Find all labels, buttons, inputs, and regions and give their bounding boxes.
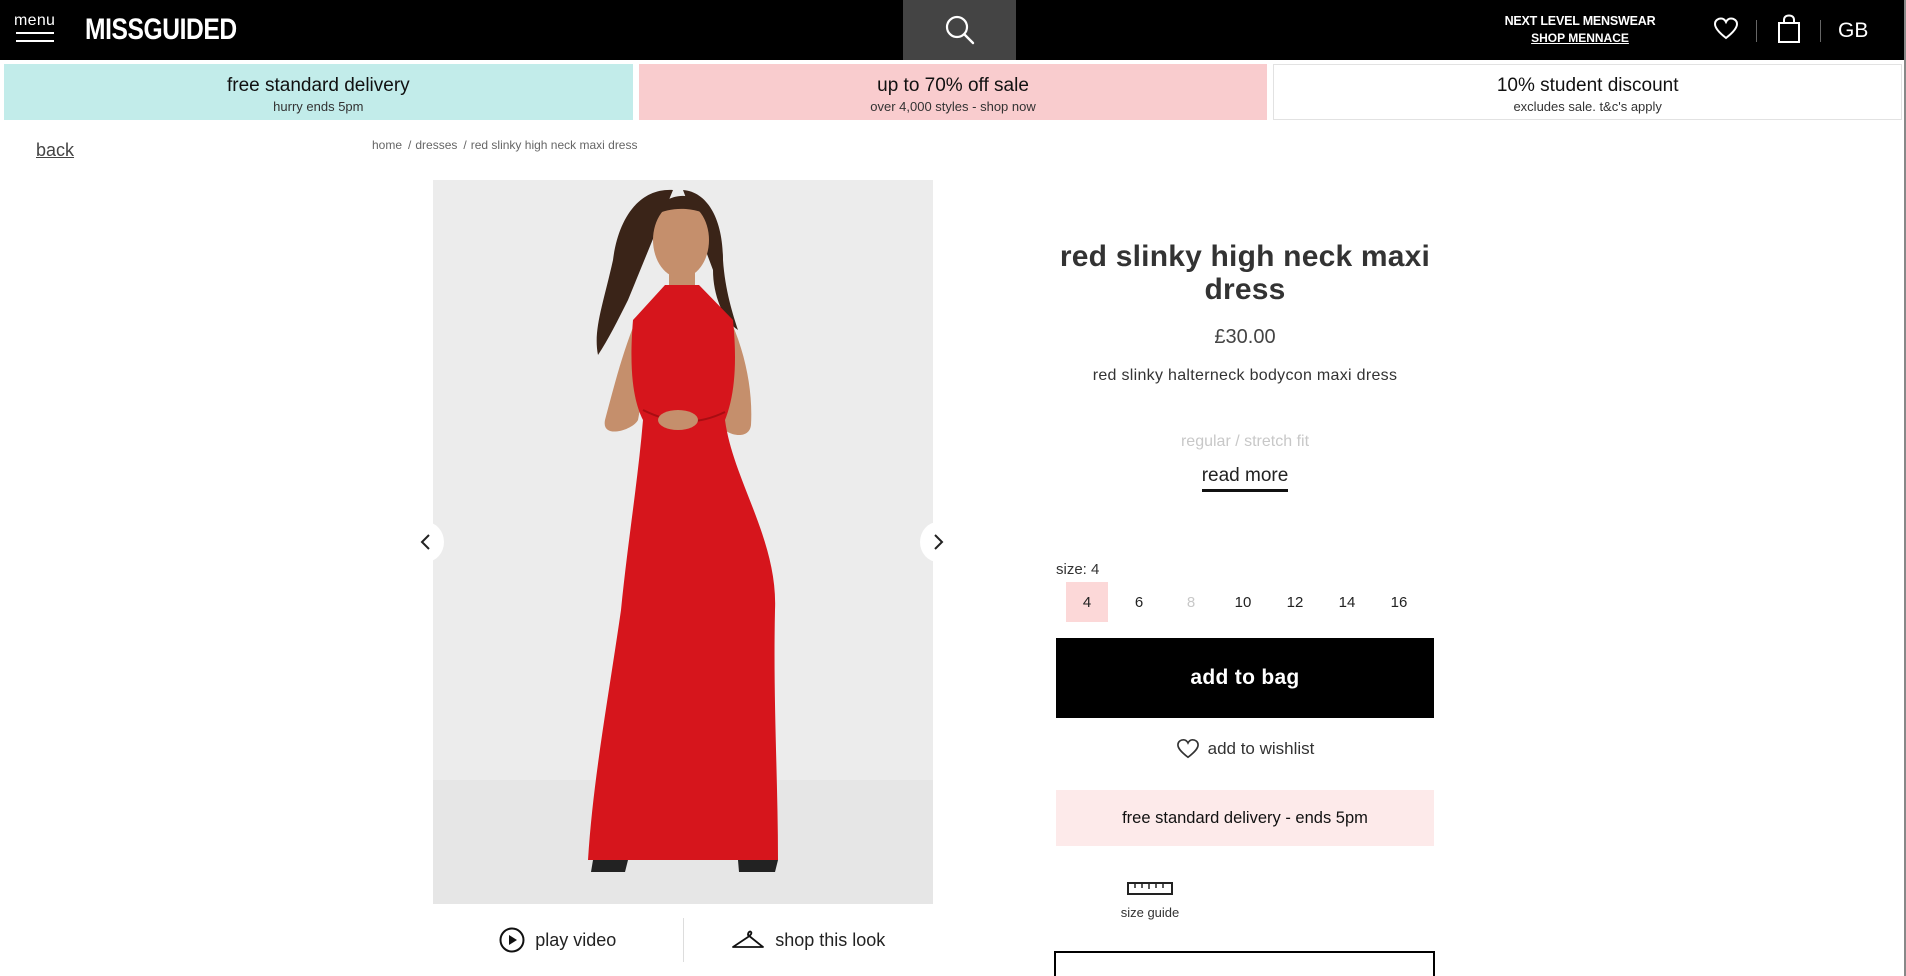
- header-divider: [1820, 20, 1821, 42]
- breadcrumb-current: red slinky high neck maxi dress: [470, 138, 638, 152]
- add-to-wishlist-label: add to wishlist: [1207, 739, 1315, 758]
- size-option[interactable]: 16: [1378, 582, 1420, 622]
- size-option-unavailable[interactable]: 8: [1170, 582, 1212, 622]
- promo-subtitle: excludes sale. t&c's apply: [1513, 99, 1662, 114]
- bag-icon: [1778, 14, 1800, 43]
- promo-title: up to 70% off sale: [877, 75, 1029, 96]
- size-option[interactable]: 10: [1222, 582, 1264, 622]
- wishlist-button[interactable]: [1713, 16, 1739, 47]
- promo-title: 10% student discount: [1496, 75, 1679, 96]
- next-section-box: [1054, 951, 1435, 976]
- menswear-promo[interactable]: NEXT LEVEL MENSWEAR SHOP MENNACE: [1480, 14, 1680, 45]
- heart-icon: [1176, 739, 1199, 759]
- hamburger-icon: [16, 32, 54, 48]
- heart-icon: [1713, 17, 1739, 40]
- breadcrumb-dresses[interactable]: dresses: [415, 138, 457, 152]
- back-link[interactable]: back: [36, 140, 74, 161]
- promo-free-delivery[interactable]: free standard delivery hurry ends 5pm: [4, 64, 633, 120]
- header-divider: [1756, 20, 1757, 42]
- site-logo[interactable]: MISSGUIDED: [85, 13, 237, 47]
- read-more-link[interactable]: read more: [1201, 465, 1289, 492]
- size-label: size: 4: [1056, 561, 1100, 578]
- play-icon: [499, 927, 525, 953]
- hanger-icon: [732, 930, 765, 948]
- promo-subtitle: over 4,000 styles - shop now: [870, 99, 1036, 114]
- next-image-button[interactable]: [920, 522, 956, 562]
- size-selector: 4 6 8 10 12 14 16: [1066, 582, 1430, 622]
- product-description: red slinky halterneck bodycon maxi dress: [1092, 367, 1398, 384]
- media-actions: play video shop this look: [433, 912, 933, 968]
- chevron-left-icon: [420, 534, 430, 550]
- product-title: red slinky high neck maxi dress: [1059, 240, 1431, 306]
- ruler-icon: [1127, 882, 1173, 895]
- menswear-promo-title: NEXT LEVEL MENSWEAR: [1504, 14, 1656, 28]
- size-option[interactable]: 12: [1274, 582, 1316, 622]
- menu-label: menu: [14, 12, 56, 29]
- size-option[interactable]: 6: [1118, 582, 1160, 622]
- breadcrumb-separator: /: [463, 138, 467, 152]
- play-video-button[interactable]: play video: [433, 927, 683, 953]
- bag-button[interactable]: [1777, 14, 1801, 49]
- previous-image-button[interactable]: [408, 522, 444, 562]
- site-header: menu MISSGUIDED NEXT LEVEL MENSWEAR SHOP…: [0, 0, 1906, 60]
- shop-this-look-label: shop this look: [775, 929, 886, 950]
- size-guide-link[interactable]: size guide: [1110, 880, 1190, 920]
- product-price: £30.00: [1214, 326, 1276, 348]
- shop-this-look-button[interactable]: shop this look: [684, 929, 934, 951]
- add-to-bag-button[interactable]: add to bag: [1056, 638, 1434, 718]
- menswear-promo-link[interactable]: SHOP MENNACE: [1480, 31, 1680, 45]
- dress-shape: [588, 285, 778, 860]
- search-icon: [945, 15, 974, 45]
- breadcrumb-home[interactable]: home: [372, 138, 402, 152]
- size-guide-label: size guide: [1120, 905, 1180, 920]
- add-to-wishlist-button[interactable]: add to wishlist: [1056, 736, 1434, 762]
- size-option[interactable]: 4: [1066, 582, 1108, 622]
- model-illustration: [433, 189, 933, 904]
- breadcrumb: home / dresses / red slinky high neck maxi d…: [372, 138, 637, 152]
- play-video-label: play video: [535, 929, 617, 950]
- promo-subtitle: hurry ends 5pm: [273, 99, 364, 114]
- promo-strip: free standard delivery hurry ends 5pm up…: [4, 64, 1903, 120]
- breadcrumb-separator: /: [408, 138, 412, 152]
- promo-sale[interactable]: up to 70% off sale over 4,000 styles - s…: [638, 64, 1268, 120]
- delivery-banner: free standard delivery - ends 5pm: [1056, 790, 1434, 846]
- chevron-right-icon: [934, 534, 944, 550]
- product-info: red slinky high neck maxi dress £30.00 r…: [1056, 240, 1434, 492]
- promo-student-discount[interactable]: 10% student discount excludes sale. t&c'…: [1273, 64, 1903, 120]
- size-option[interactable]: 14: [1326, 582, 1368, 622]
- country-selector[interactable]: GB: [1838, 19, 1868, 43]
- search-button[interactable]: [903, 0, 1016, 60]
- product-fit: regular / stretch fit: [1180, 433, 1310, 450]
- promo-title: free standard delivery: [226, 75, 410, 96]
- product-image[interactable]: [433, 180, 933, 904]
- menu-button[interactable]: menu: [14, 12, 56, 46]
